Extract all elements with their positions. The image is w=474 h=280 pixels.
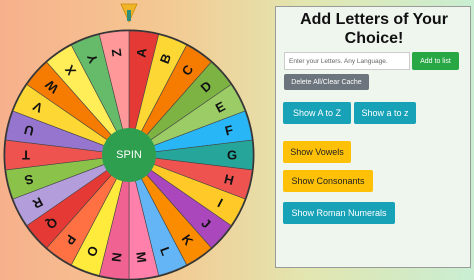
wheel-letter-n: N (109, 252, 125, 263)
panel-title-line1: Add Letters of Your (300, 11, 448, 28)
show-a-to-z-lower-button[interactable]: Show a to z (354, 102, 416, 124)
letters-panel: Add Letters of Your Choice! Add to list … (275, 6, 471, 268)
wheel-graphic[interactable]: A BCDEFGHIJKLMNOPQRSTUVWXY ZSPIN (0, 0, 270, 280)
letters-input[interactable] (284, 52, 410, 70)
wheel-letter-t: T (22, 148, 30, 163)
panel-title-line2: Choice! (344, 30, 404, 47)
letter-wheel[interactable]: A B C D E F G H I J K L M N O P Q R S T U V W X Y Z SPIN (0, 0, 270, 280)
wheel-pointer-needle (127, 10, 131, 21)
show-consonants-button[interactable]: Show Consonants (283, 170, 373, 192)
add-to-list-button[interactable]: Add to list (412, 52, 459, 70)
wheel-letter-m: M (133, 251, 149, 264)
wheel-letter-g: G (227, 148, 237, 163)
show-a-to-z-upper-button[interactable]: Show A to Z (283, 102, 351, 124)
show-vowels-button[interactable]: Show Vowels (283, 141, 351, 163)
spin-label[interactable]: SPIN (116, 149, 142, 161)
show-roman-numerals-button[interactable]: Show Roman Numerals (283, 202, 395, 224)
delete-all-button[interactable]: Delete All/Clear Cache (284, 74, 369, 90)
